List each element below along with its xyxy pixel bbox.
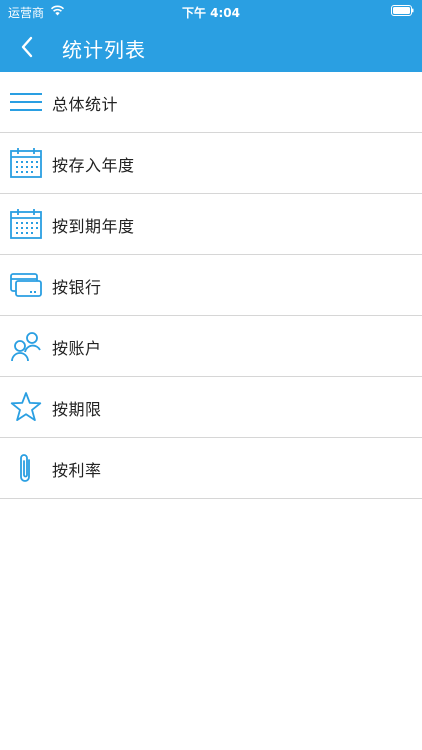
list-item-label: 总体统计 (52, 95, 119, 114)
stats-list: 总体统计 按存入年度 按到期年度 按银行 按账户 按期限 按利率 (0, 72, 422, 499)
calendar-icon (10, 208, 42, 240)
app-header: 运营商 下午 4:04 统计列表 (0, 0, 422, 72)
page-title: 统计列表 (62, 38, 146, 62)
chevron-left-icon (21, 36, 33, 58)
status-bar: 运营商 下午 4:04 (0, 0, 422, 22)
list-item-label: 按到期年度 (52, 217, 135, 236)
nav-bar: 统计列表 (0, 22, 422, 72)
list-item-by-maturity-year[interactable]: 按到期年度 (0, 194, 422, 255)
list-item-label: 按银行 (52, 278, 102, 297)
status-time: 下午 4:04 (181, 6, 241, 20)
bank-card-icon (10, 269, 42, 301)
calendar-icon (10, 147, 42, 179)
list-item-by-term[interactable]: 按期限 (0, 377, 422, 438)
star-icon (10, 391, 42, 423)
menu-lines-icon (10, 86, 42, 118)
users-icon (10, 330, 42, 362)
list-item-by-bank[interactable]: 按银行 (0, 255, 422, 316)
list-item-by-account[interactable]: 按账户 (0, 316, 422, 377)
list-item-label: 按账户 (52, 339, 102, 358)
list-item-label: 按期限 (52, 400, 102, 419)
list-item-overall[interactable]: 总体统计 (0, 72, 422, 133)
list-item-label: 按利率 (52, 461, 102, 480)
list-item-by-deposit-year[interactable]: 按存入年度 (0, 133, 422, 194)
back-button[interactable] (10, 30, 44, 64)
list-item-label: 按存入年度 (52, 156, 135, 175)
paperclip-icon (10, 452, 42, 484)
list-item-by-interest-rate[interactable]: 按利率 (0, 438, 422, 499)
battery-icon (391, 5, 414, 16)
